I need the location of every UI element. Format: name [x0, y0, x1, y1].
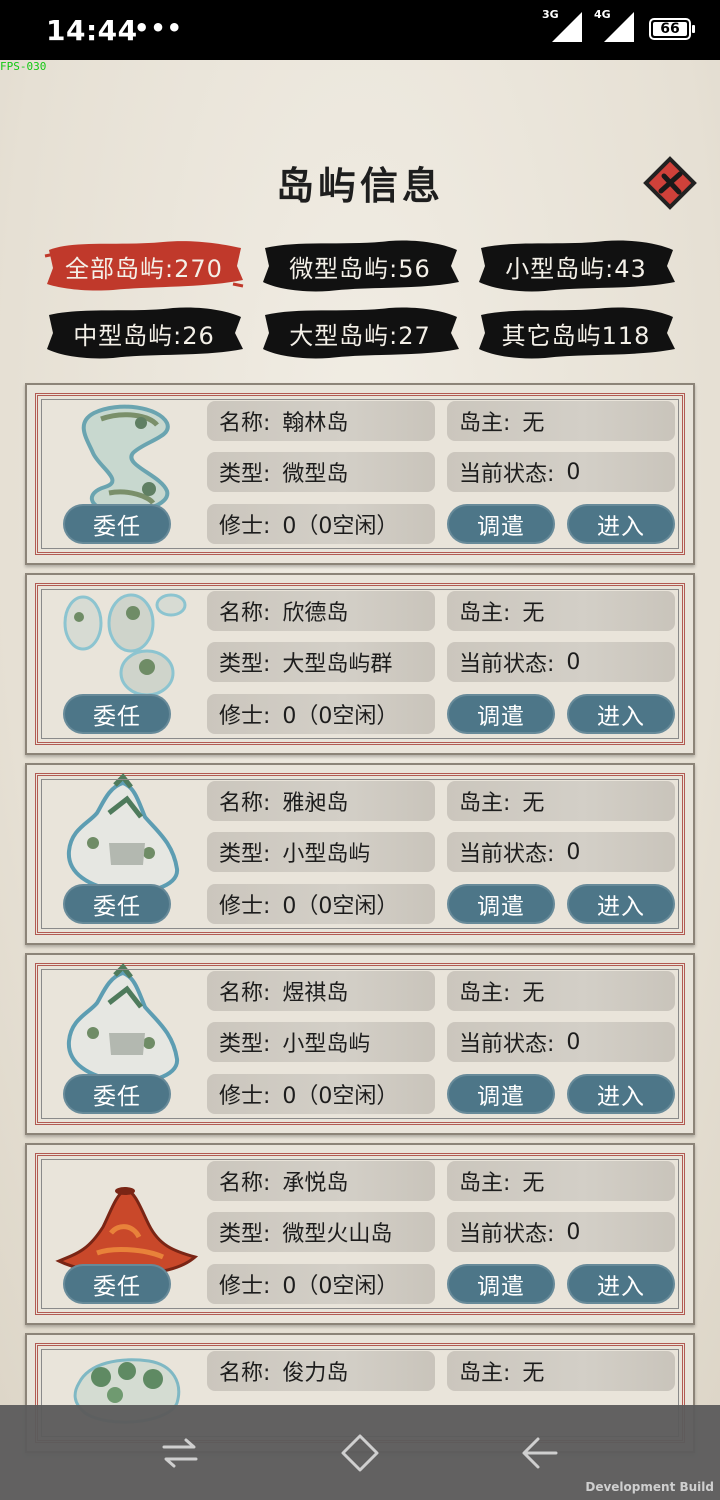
island-name-field: 名称: 雅昶岛: [207, 781, 435, 821]
island-monk-field: 修士: 0（0空闲）: [207, 1264, 435, 1304]
island-name-field: 名称: 俊力岛: [207, 1351, 435, 1391]
island-name-field: 名称: 承悦岛: [207, 1161, 435, 1201]
appoint-button[interactable]: 委任: [63, 694, 171, 734]
island-status: 0: [566, 459, 581, 485]
home-button[interactable]: [340, 1433, 380, 1473]
island-owner: 无: [522, 1171, 545, 1196]
back-arrow-icon: [522, 1437, 558, 1469]
tab-all-islands[interactable]: 全部岛屿:270: [44, 238, 244, 294]
status-bar: 14:44 ••• 3G 4G 66: [0, 0, 720, 60]
dispatch-button[interactable]: 调遣: [447, 1264, 555, 1304]
island-card: 委任 名称: 承悦岛 类型: 微型火山岛 修士: 0（0空闲） 岛主: 无 当前状态: 0…: [25, 1143, 695, 1325]
island-type: 大型岛屿群: [282, 652, 393, 677]
signal-3g-icon: 3G: [542, 8, 582, 44]
island-type-field: 类型: 小型岛屿: [207, 1022, 435, 1062]
island-name: 承悦岛: [282, 1171, 349, 1196]
island-status: 0: [566, 839, 581, 865]
island-card: 委任 名称: 翰林岛 类型: 微型岛 修士: 0（0空闲） 岛主: 无 当前状态: 0 调…: [25, 383, 695, 565]
enter-button[interactable]: 进入: [567, 1074, 675, 1114]
island-type-field: 类型: 微型岛: [207, 452, 435, 492]
island-status: 0: [566, 649, 581, 675]
close-x-icon: [643, 156, 697, 210]
island-owner: 无: [522, 791, 545, 816]
island-type: 小型岛屿: [282, 1032, 371, 1057]
island-owner-field: 岛主: 无: [447, 781, 675, 821]
tab-large-islands[interactable]: 大型岛屿:27: [263, 305, 459, 361]
dispatch-button[interactable]: 调遣: [447, 1074, 555, 1114]
tab-small-islands[interactable]: 小型岛屿:43: [479, 238, 675, 294]
island-type-field: 类型: 微型火山岛: [207, 1212, 435, 1252]
enter-button[interactable]: 进入: [567, 504, 675, 544]
battery-icon: 66: [649, 18, 695, 40]
island-monks: 0（0空闲）: [282, 1274, 399, 1299]
island-name: 煜祺岛: [282, 981, 349, 1006]
island-status-field: 当前状态: 0: [447, 452, 675, 492]
island-status-field: 当前状态: 0: [447, 1022, 675, 1062]
page-title: 岛屿信息: [275, 163, 444, 208]
island-card: 委任 名称: 欣德岛 类型: 大型岛屿群 修士: 0（0空闲） 岛主: 无 当前状态: 0…: [25, 573, 695, 755]
appoint-button[interactable]: 委任: [63, 1074, 171, 1114]
island-owner-field: 岛主: 无: [447, 971, 675, 1011]
island-name-field: 名称: 欣德岛: [207, 591, 435, 631]
island-monk-field: 修士: 0（0空闲）: [207, 1074, 435, 1114]
battery-level: 66: [660, 21, 680, 37]
island-name-field: 名称: 翰林岛: [207, 401, 435, 441]
island-monks: 0（0空闲）: [282, 894, 399, 919]
island-status: 0: [566, 1219, 581, 1245]
development-build-label: Development Build: [585, 1480, 714, 1494]
status-more-icon: •••: [134, 14, 184, 42]
island-monk-field: 修士: 0（0空闲）: [207, 504, 435, 544]
enter-button[interactable]: 进入: [567, 884, 675, 924]
tab-medium-islands[interactable]: 中型岛屿:26: [47, 305, 243, 361]
enter-button[interactable]: 进入: [567, 1264, 675, 1304]
system-nav-bar: Development Build: [0, 1405, 720, 1500]
island-type: 微型岛: [282, 462, 349, 487]
island-type: 微型火山岛: [282, 1222, 393, 1247]
island-monks: 0（0空闲）: [282, 1084, 399, 1109]
island-owner: 无: [522, 411, 545, 436]
dispatch-button[interactable]: 调遣: [447, 694, 555, 734]
island-owner-field: 岛主: 无: [447, 1351, 675, 1391]
island-owner-field: 岛主: 无: [447, 591, 675, 631]
island-owner: 无: [522, 1361, 545, 1386]
island-owner: 无: [522, 601, 545, 626]
island-monk-field: 修士: 0（0空闲）: [207, 694, 435, 734]
island-monks: 0（0空闲）: [282, 514, 399, 539]
island-name: 雅昶岛: [282, 791, 349, 816]
enter-button[interactable]: 进入: [567, 694, 675, 734]
island-name: 俊力岛: [282, 1361, 349, 1386]
tab-micro-islands[interactable]: 微型岛屿:56: [263, 238, 459, 294]
island-type-field: 类型: 大型岛屿群: [207, 642, 435, 682]
island-status-field: 当前状态: 0: [447, 832, 675, 872]
island-monks: 0（0空闲）: [282, 704, 399, 729]
island-card: 委任 名称: 雅昶岛 类型: 小型岛屿 修士: 0（0空闲） 岛主: 无 当前状态: 0 …: [25, 763, 695, 945]
appoint-button[interactable]: 委任: [63, 884, 171, 924]
island-owner: 无: [522, 981, 545, 1006]
status-time: 14:44: [46, 14, 138, 47]
home-diamond-icon: [341, 1434, 379, 1472]
island-type: 小型岛屿: [282, 842, 371, 867]
tab-other-islands[interactable]: 其它岛屿118: [479, 305, 675, 361]
signal-4g-icon: 4G: [594, 8, 634, 44]
dispatch-button[interactable]: 调遣: [447, 504, 555, 544]
island-status: 0: [566, 1029, 581, 1055]
island-type-field: 类型: 小型岛屿: [207, 832, 435, 872]
island-owner-field: 岛主: 无: [447, 401, 675, 441]
appoint-button[interactable]: 委任: [63, 1264, 171, 1304]
close-button[interactable]: [642, 155, 698, 211]
island-card: 委任 名称: 煜祺岛 类型: 小型岛屿 修士: 0（0空闲） 岛主: 无 当前状态: 0 …: [25, 953, 695, 1135]
island-name: 翰林岛: [282, 411, 349, 436]
back-button[interactable]: [520, 1433, 560, 1473]
island-status-field: 当前状态: 0: [447, 642, 675, 682]
island-monk-field: 修士: 0（0空闲）: [207, 884, 435, 924]
dispatch-button[interactable]: 调遣: [447, 884, 555, 924]
appoint-button[interactable]: 委任: [63, 504, 171, 544]
island-status-field: 当前状态: 0: [447, 1212, 675, 1252]
island-name-field: 名称: 煜祺岛: [207, 971, 435, 1011]
recent-apps-button[interactable]: [160, 1433, 200, 1473]
island-name: 欣德岛: [282, 601, 349, 626]
fps-counter: FPS-030: [0, 60, 47, 73]
switch-arrows-icon: [162, 1438, 198, 1468]
island-owner-field: 岛主: 无: [447, 1161, 675, 1201]
